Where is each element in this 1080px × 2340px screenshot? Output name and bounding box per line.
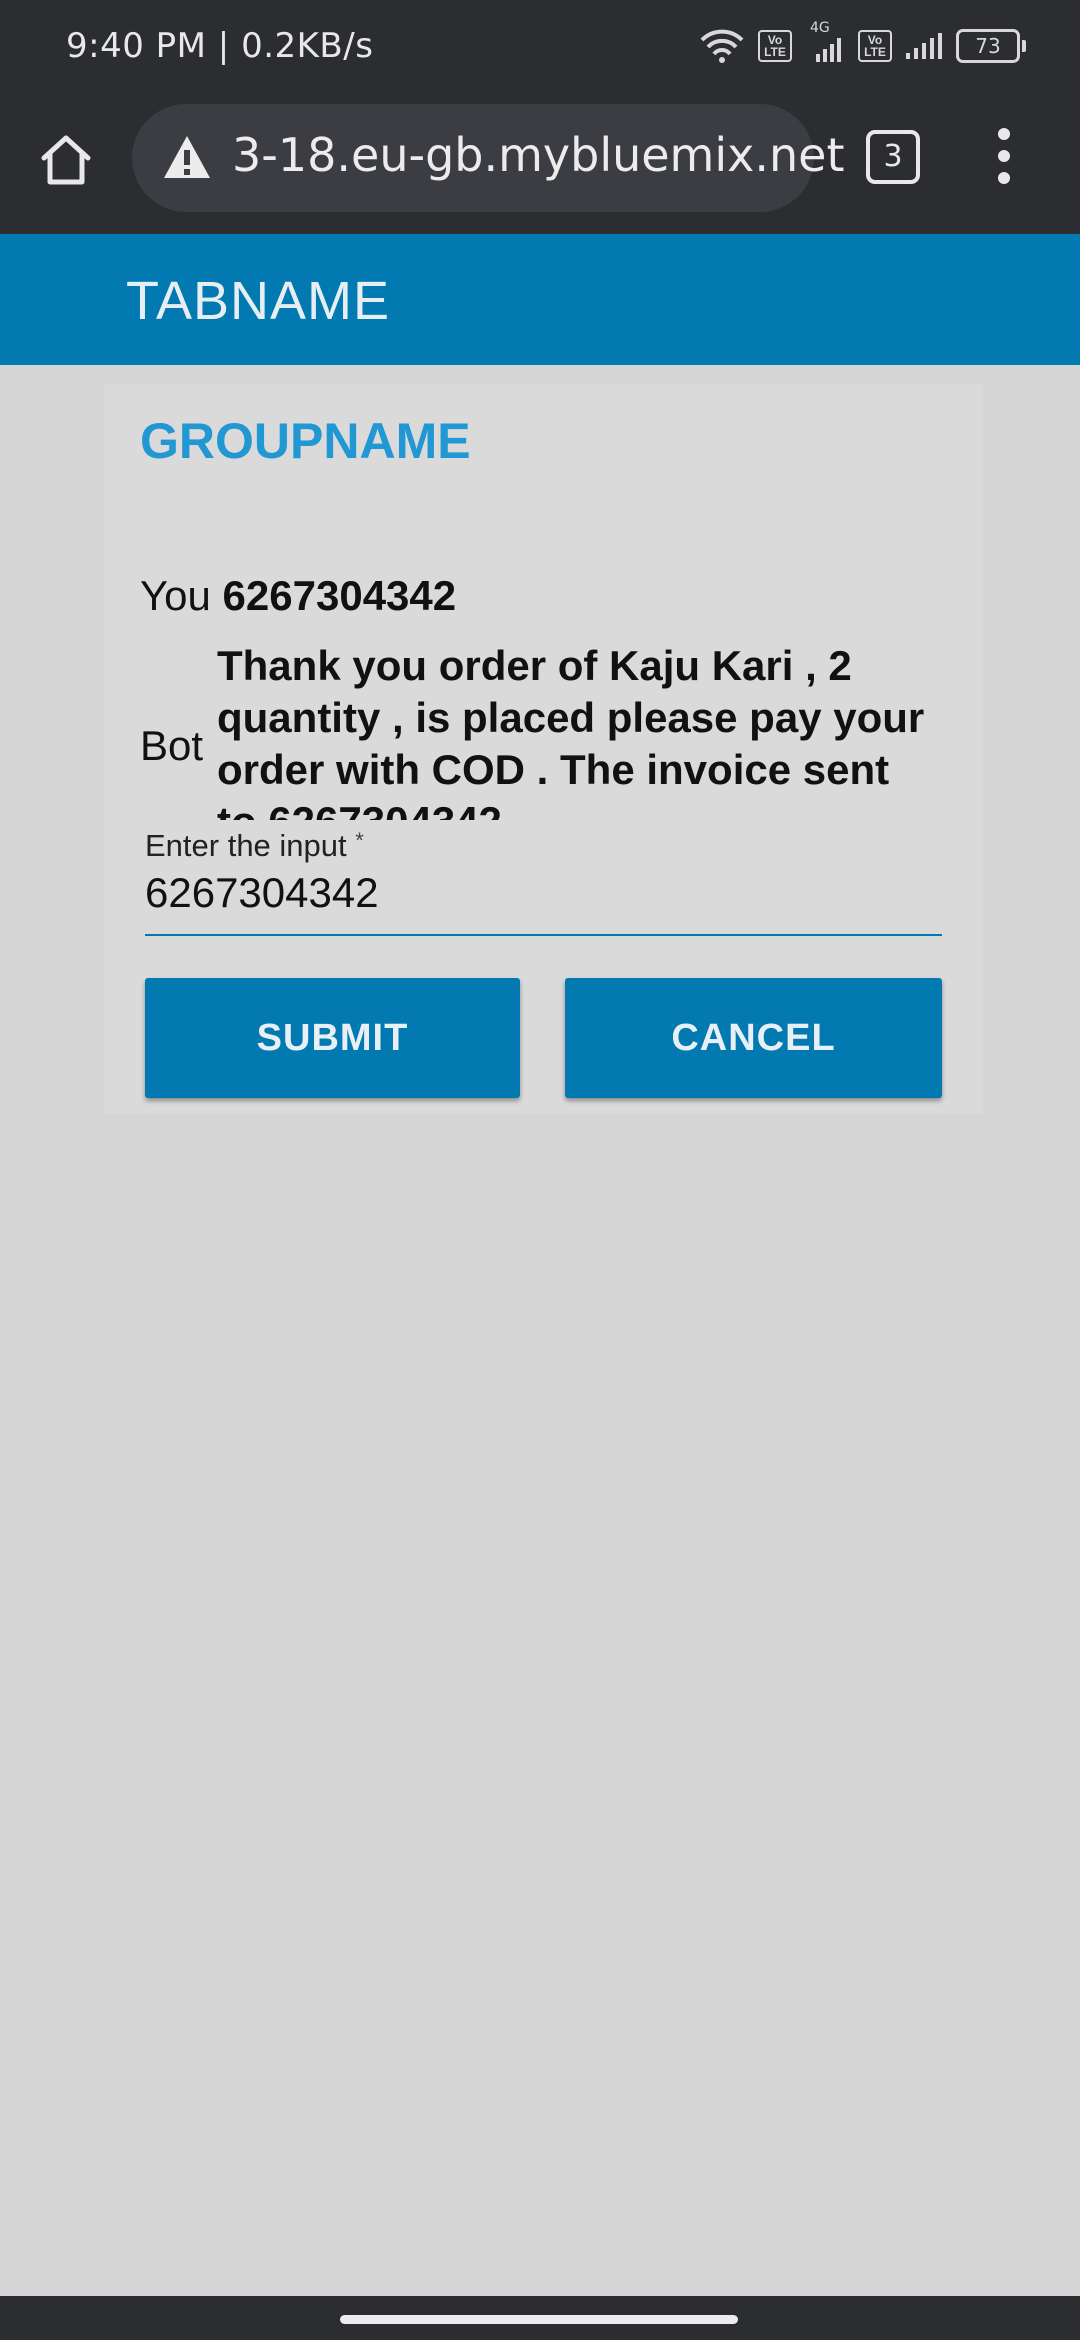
message-input[interactable]: [145, 868, 941, 918]
browser-toolbar: 3-18.eu-gb.mybluemix.net 3: [0, 98, 1080, 234]
chat-card: GROUPNAME You 6267304342 Bot Thank you o…: [104, 384, 982, 1114]
warning-icon[interactable]: [162, 134, 212, 180]
input-label-text: Enter the input: [145, 828, 347, 863]
bot-message: Thank you order of Kaju Kari , 2 quantit…: [217, 642, 925, 820]
tab-name[interactable]: TABNAME: [126, 270, 390, 332]
home-indicator[interactable]: [340, 2315, 738, 2324]
address-bar[interactable]: 3-18.eu-gb.mybluemix.net: [132, 104, 845, 212]
status-icons: Vo LTE 4G Vo LTE 73: [698, 20, 1026, 64]
system-nav-bar: [0, 2296, 1080, 2340]
status-bar: 9:40 PM | 0.2KB/s Vo LTE 4G Vo LTE 73: [0, 0, 1080, 98]
status-time-speed: 9:40 PM | 0.2KB/s: [66, 26, 374, 66]
battery-icon: 73: [956, 29, 1026, 63]
user-label: You: [140, 572, 211, 619]
input-label: Enter the input *: [145, 828, 364, 864]
cancel-button[interactable]: CANCEL: [565, 978, 942, 1098]
more-menu-icon[interactable]: [992, 128, 1016, 188]
tab-switcher-button[interactable]: 3: [866, 130, 920, 184]
signal-4g-icon: 4G: [804, 20, 846, 62]
home-icon[interactable]: [36, 130, 96, 190]
volte-icon-2: Vo LTE: [858, 30, 892, 62]
group-title: GROUPNAME: [140, 413, 471, 469]
input-underline: [145, 934, 942, 936]
submit-button[interactable]: SUBMIT: [145, 978, 520, 1098]
bot-label: Bot: [140, 722, 204, 769]
wifi-icon: [700, 29, 744, 63]
volte-icon: Vo LTE: [758, 30, 792, 62]
signal-icon: [906, 33, 942, 59]
required-mark: *: [355, 828, 364, 853]
user-message: 6267304342: [222, 572, 457, 619]
url-text: 3-18.eu-gb.mybluemix.net: [232, 128, 845, 182]
app-header: TABNAME: [0, 234, 1080, 365]
chat-message-user: You 6267304342: [140, 572, 456, 620]
